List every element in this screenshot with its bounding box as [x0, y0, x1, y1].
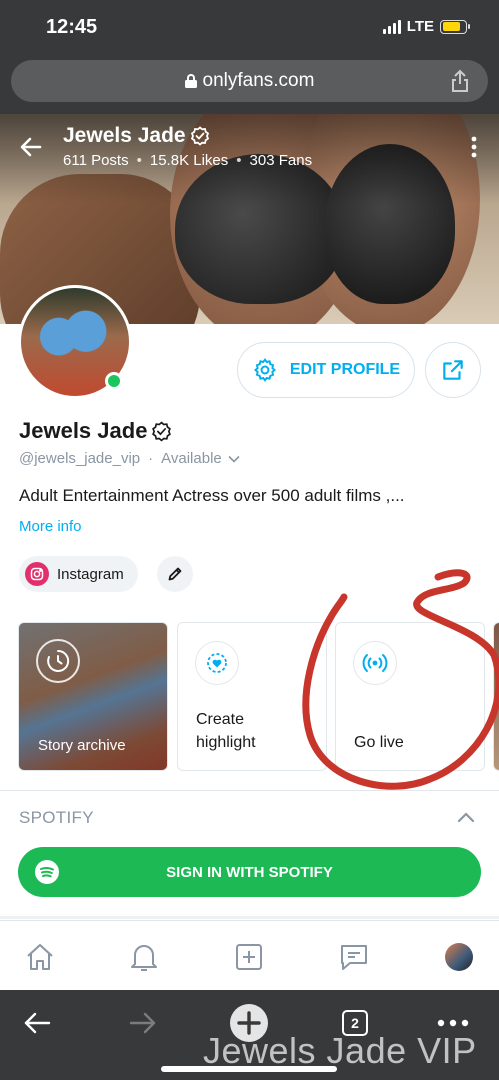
availability-label: Available: [161, 450, 222, 467]
stats-separator: •: [236, 152, 242, 169]
gear-icon: [253, 358, 276, 382]
create-highlight-card[interactable]: Create highlight: [177, 622, 327, 771]
profile-name-text: Jewels Jade: [19, 418, 148, 443]
share-profile-button[interactable]: [425, 342, 481, 398]
fans-count: 303 Fans: [249, 152, 313, 169]
likes-count: 15.8K Likes: [149, 152, 229, 169]
chevron-down-icon: [228, 455, 240, 463]
profile-avatar-icon: [445, 943, 473, 971]
cover-name-text: Jewels Jade: [63, 124, 186, 147]
edit-profile-label: EDIT PROFILE: [289, 361, 401, 378]
go-live-card[interactable]: Go live: [335, 622, 485, 771]
home-icon[interactable]: [22, 939, 58, 975]
section-divider: [0, 916, 499, 919]
pencil-icon: [168, 567, 182, 581]
app-bottom-nav: [0, 920, 499, 990]
more-options-icon[interactable]: [471, 136, 477, 163]
handle-separator: ·: [148, 450, 154, 467]
share-icon[interactable]: [450, 69, 470, 99]
messages-icon[interactable]: [336, 939, 372, 975]
create-highlight-label: Create highlight: [196, 708, 256, 754]
spotify-sign-in-label: SIGN IN WITH SPOTIFY: [166, 863, 333, 881]
browser-back-icon[interactable]: [12, 998, 62, 1048]
url-text: onlyfans.com: [202, 70, 315, 91]
cover-name: Jewels Jade: [63, 124, 210, 148]
battery-icon: [440, 19, 470, 34]
create-highlight-line1: Create: [196, 711, 245, 728]
back-arrow-icon[interactable]: [18, 134, 44, 165]
browser-forward-icon[interactable]: [118, 998, 168, 1048]
profile-name: Jewels Jade: [19, 418, 172, 444]
browser-top-bar: onlyfans.com: [0, 56, 499, 114]
cover-stats: 611 Posts • 15.8K Likes • 303 Fans: [63, 152, 312, 169]
network-label: LTE: [406, 18, 434, 35]
edit-links-button[interactable]: [157, 556, 193, 592]
posts-count: 611 Posts: [63, 152, 129, 169]
section-divider: [0, 790, 499, 791]
highlight-card-partial[interactable]: [493, 622, 499, 771]
story-archive-label: Story archive: [38, 737, 126, 754]
instagram-label: Instagram: [57, 565, 124, 583]
availability-dropdown[interactable]: Available: [161, 450, 240, 467]
heart-icon: [195, 641, 239, 685]
status-bar: 12:45 LTE: [0, 0, 499, 56]
more-info-link[interactable]: More info: [19, 518, 82, 535]
instagram-link[interactable]: Instagram: [19, 556, 138, 592]
status-indicators: LTE: [382, 18, 470, 35]
status-time: 12:45: [46, 16, 98, 38]
share-icon: [443, 360, 463, 380]
clock-icon: [36, 639, 80, 683]
verified-icon: [152, 420, 172, 442]
story-archive-card[interactable]: Story archive: [18, 622, 168, 771]
profile-handle: @jewels_jade_vip: [19, 450, 141, 467]
verified-icon: [190, 126, 209, 146]
edit-profile-button[interactable]: EDIT PROFILE: [237, 342, 415, 398]
profile-nav-item[interactable]: [441, 939, 477, 975]
signal-icon: [382, 19, 401, 34]
stats-separator: •: [136, 152, 142, 169]
battery-fill: [442, 22, 461, 31]
profile-bio: Adult Entertainment Actress over 500 adu…: [19, 486, 405, 505]
spotify-sign-in-button[interactable]: SIGN IN WITH SPOTIFY: [18, 847, 481, 897]
home-indicator[interactable]: [161, 1066, 337, 1072]
add-post-icon[interactable]: [231, 939, 267, 975]
instagram-icon: [25, 562, 49, 586]
bell-icon[interactable]: [126, 939, 162, 975]
url-bar[interactable]: onlyfans.com: [11, 60, 488, 102]
lock-icon: [184, 74, 197, 88]
create-highlight-line2: highlight: [196, 734, 256, 751]
online-status-dot: [105, 372, 123, 390]
chevron-up-icon[interactable]: [457, 810, 475, 828]
handle-row: @jewels_jade_vip · Available: [19, 450, 240, 467]
go-live-label: Go live: [354, 734, 404, 751]
spotify-icon: [35, 860, 59, 884]
spotify-section-title: SPOTIFY: [19, 808, 94, 827]
broadcast-icon: [353, 641, 397, 685]
